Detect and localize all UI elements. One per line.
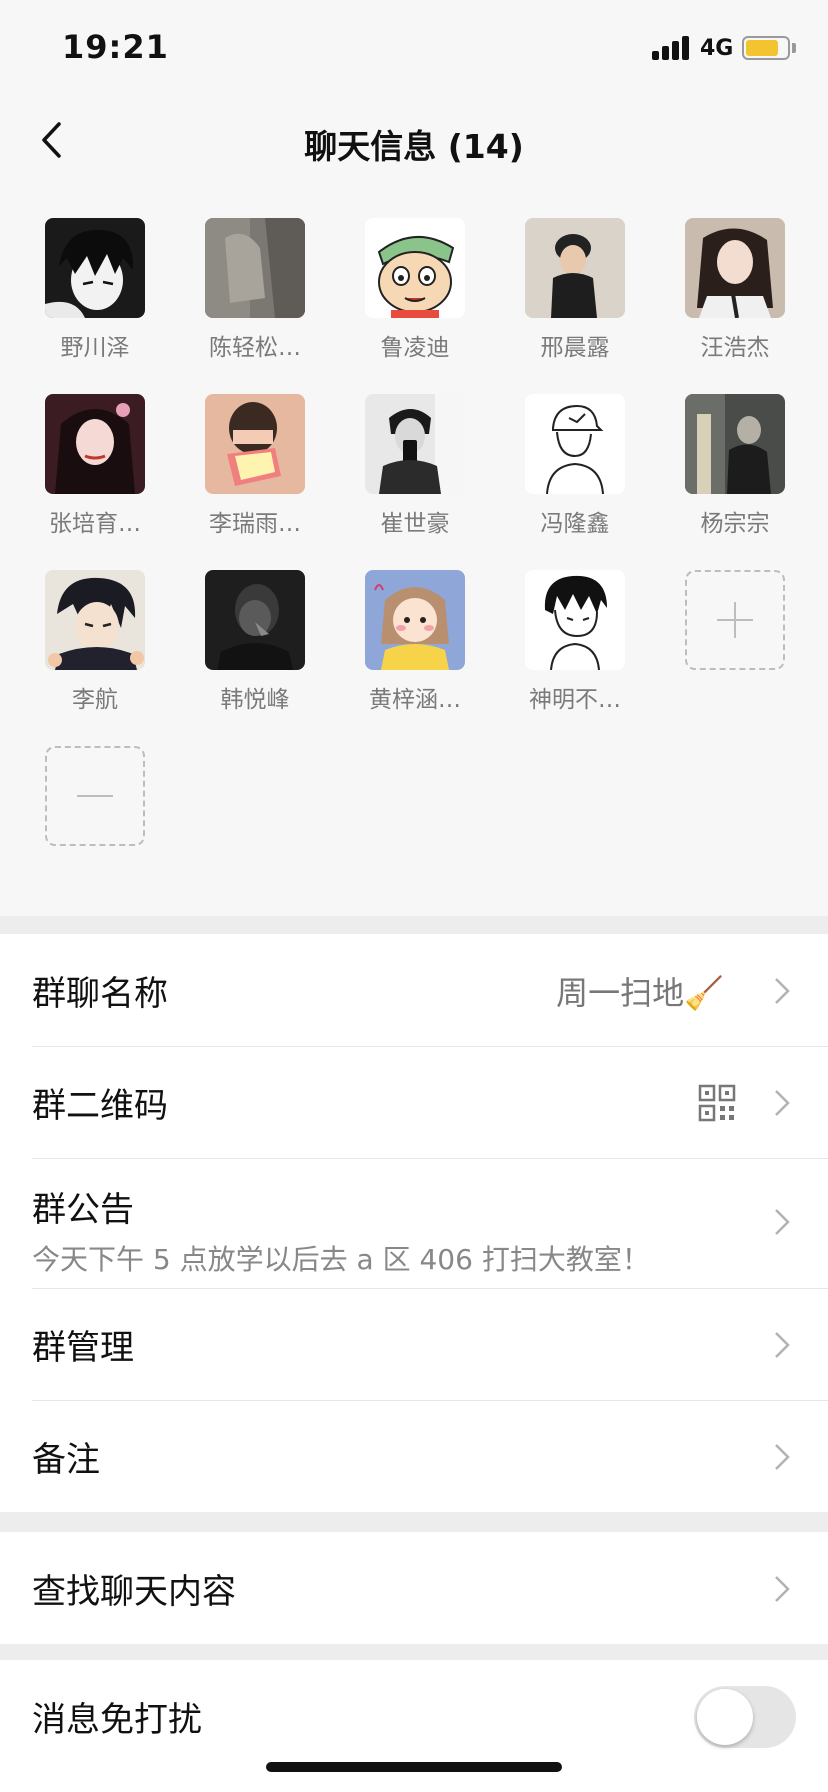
search-chat-row[interactable]: 查找聊天内容 bbox=[0, 1532, 828, 1644]
mute-row: 消息免打扰 bbox=[0, 1660, 828, 1772]
member-item[interactable]: 李瑞雨… bbox=[190, 394, 320, 544]
network-label: 4G bbox=[700, 36, 734, 61]
member-item[interactable]: 张培育… bbox=[30, 394, 160, 544]
announcement-text: 今天下午 5 点放学以后去 a 区 406 打扫大教室！ bbox=[32, 1243, 650, 1276]
avatar bbox=[45, 218, 145, 318]
minus-icon bbox=[45, 746, 145, 846]
member-name: 李瑞雨… bbox=[209, 511, 301, 537]
member-item[interactable]: 韩悦峰 bbox=[190, 570, 320, 720]
avatar bbox=[205, 218, 305, 318]
member-name: 野川泽 bbox=[60, 335, 130, 361]
row-label: 消息免打扰 bbox=[32, 1700, 202, 1740]
avatar bbox=[365, 570, 465, 670]
row-label: 群管理 bbox=[32, 1328, 134, 1368]
avatar bbox=[525, 570, 625, 670]
member-name: 汪浩杰 bbox=[700, 335, 770, 361]
member-item[interactable]: 黄梓涵… bbox=[350, 570, 480, 720]
group-settings: 群聊名称 周一扫地🧹 群二维码 群公告 今天下午 5 点放学以后去 a 区 40… bbox=[0, 934, 828, 1512]
member-name: 崔世豪 bbox=[380, 511, 450, 537]
member-item[interactable]: 野川泽 bbox=[30, 218, 160, 368]
home-indicator bbox=[266, 1762, 562, 1772]
avatar bbox=[45, 394, 145, 494]
member-name: 鲁凌迪 bbox=[380, 335, 450, 361]
group-management-row[interactable]: 群管理 bbox=[0, 1288, 828, 1400]
qr-code-icon bbox=[698, 1084, 736, 1122]
member-item[interactable]: 鲁凌迪 bbox=[350, 218, 480, 368]
nav-bar: 聊天信息 (14) bbox=[0, 96, 828, 188]
chevron-right-icon bbox=[775, 1209, 790, 1235]
status-time: 19:21 bbox=[62, 28, 169, 66]
avatar bbox=[205, 570, 305, 670]
avatar bbox=[365, 218, 465, 318]
avatar bbox=[205, 394, 305, 494]
mute-toggle[interactable] bbox=[694, 1686, 796, 1748]
notification-group: 消息免打扰 bbox=[0, 1660, 828, 1792]
member-grid: 野川泽 陈轻松… 鲁凌迪 邢晨露 汪浩杰 张培育… 李瑞雨… 崔世豪 冯隆鑫 杨… bbox=[0, 188, 828, 916]
member-name: 李航 bbox=[72, 687, 118, 713]
member-item[interactable]: 陈轻松… bbox=[190, 218, 320, 368]
chevron-right-icon bbox=[775, 978, 790, 1004]
chevron-right-icon bbox=[775, 1332, 790, 1358]
member-name: 黄梓涵… bbox=[369, 687, 461, 713]
member-name: 神明不… bbox=[529, 687, 621, 713]
chevron-right-icon bbox=[775, 1576, 790, 1602]
member-item[interactable]: 杨宗宗 bbox=[670, 394, 800, 544]
signal-icon bbox=[652, 36, 692, 60]
member-item[interactable]: 崔世豪 bbox=[350, 394, 480, 544]
member-item[interactable]: 李航 bbox=[30, 570, 160, 720]
member-name: 陈轻松… bbox=[209, 335, 301, 361]
member-name: 张培育… bbox=[49, 511, 141, 537]
avatar bbox=[525, 218, 625, 318]
add-member-button[interactable] bbox=[670, 570, 800, 720]
battery-level bbox=[746, 40, 778, 56]
row-label: 群二维码 bbox=[32, 1086, 168, 1126]
member-name: 韩悦峰 bbox=[220, 687, 290, 713]
row-label: 查找聊天内容 bbox=[32, 1572, 236, 1612]
avatar bbox=[365, 394, 465, 494]
row-label: 群聊名称 bbox=[32, 974, 168, 1014]
member-item[interactable]: 冯隆鑫 bbox=[510, 394, 640, 544]
avatar bbox=[685, 218, 785, 318]
avatar bbox=[685, 394, 785, 494]
page-title: 聊天信息 (14) bbox=[304, 127, 524, 166]
battery-icon bbox=[742, 36, 790, 60]
toggle-knob bbox=[697, 1689, 753, 1745]
avatar bbox=[45, 570, 145, 670]
search-group: 查找聊天内容 bbox=[0, 1532, 828, 1644]
plus-icon bbox=[685, 570, 785, 670]
group-name-value: 周一扫地🧹 bbox=[556, 974, 724, 1012]
member-name: 杨宗宗 bbox=[700, 511, 770, 537]
member-item[interactable]: 汪浩杰 bbox=[670, 218, 800, 368]
row-label: 群公告 bbox=[32, 1190, 134, 1230]
member-item[interactable]: 邢晨露 bbox=[510, 218, 640, 368]
member-name: 邢晨露 bbox=[540, 335, 610, 361]
avatar bbox=[525, 394, 625, 494]
status-bar: 19:21 4G bbox=[0, 0, 828, 96]
member-name: 冯隆鑫 bbox=[540, 511, 610, 537]
group-announcement-row[interactable]: 群公告 今天下午 5 点放学以后去 a 区 406 打扫大教室！ bbox=[0, 1158, 828, 1288]
remove-member-button[interactable] bbox=[30, 746, 160, 896]
remark-row[interactable]: 备注 bbox=[0, 1400, 828, 1512]
chevron-right-icon bbox=[775, 1090, 790, 1116]
member-item[interactable]: 神明不… bbox=[510, 570, 640, 720]
chevron-right-icon bbox=[775, 1444, 790, 1470]
group-name-row[interactable]: 群聊名称 周一扫地🧹 bbox=[0, 934, 828, 1046]
group-qr-code-row[interactable]: 群二维码 bbox=[0, 1046, 828, 1158]
row-label: 备注 bbox=[32, 1440, 100, 1480]
battery-cap bbox=[792, 43, 796, 53]
